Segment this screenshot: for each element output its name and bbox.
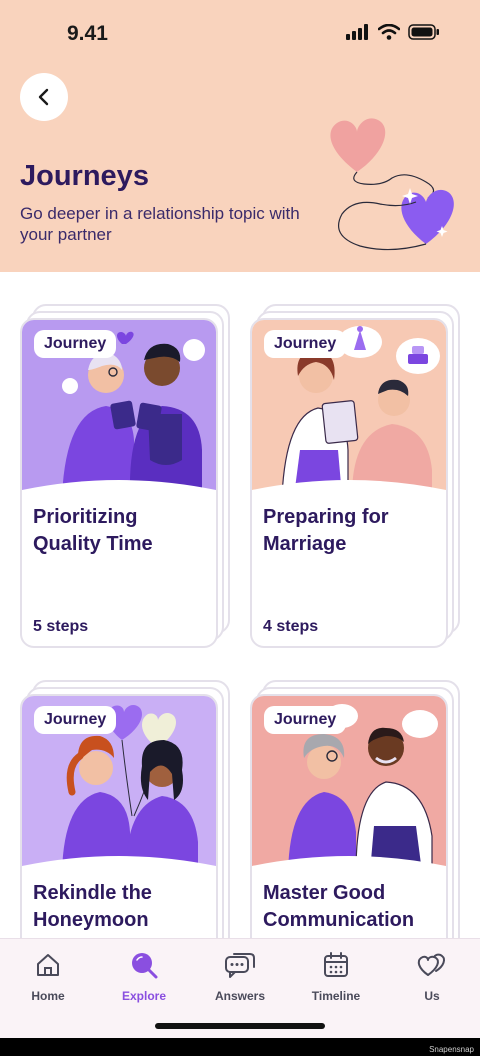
- calendar-icon: [324, 952, 348, 977]
- tab-answers[interactable]: Answers: [200, 949, 280, 1003]
- tab-label: Timeline: [311, 989, 361, 1003]
- card-illustration: Journey: [22, 696, 216, 872]
- journey-badge: Journey: [264, 330, 347, 358]
- page-title: Journeys: [20, 160, 149, 192]
- back-button[interactable]: [20, 73, 68, 121]
- tab-label: Answers: [214, 989, 266, 1003]
- card-illustration: Journey: [252, 696, 446, 872]
- card-face: Journey Preparing for Marriage 4 steps: [250, 318, 448, 648]
- journey-card-marriage[interactable]: Journey Preparing for Marriage 4 steps: [250, 304, 460, 648]
- journey-badge: Journey: [34, 706, 117, 734]
- tab-label: Us: [424, 989, 440, 1003]
- hearts-illustration: [330, 118, 454, 251]
- status-icons: [346, 24, 440, 40]
- home-indicator: [155, 1023, 325, 1029]
- journey-badge: Journey: [34, 330, 117, 358]
- journey-card-quality-time[interactable]: Journey Prioritizing Quality Time 5 step…: [20, 304, 230, 648]
- signal-icon: [346, 24, 368, 40]
- page-subtitle: Go deeper in a relationship topic with y…: [20, 204, 300, 244]
- tab-timeline[interactable]: Timeline: [296, 949, 376, 1003]
- card-illustration: Journey: [22, 320, 216, 496]
- tab-home[interactable]: Home: [8, 949, 88, 1003]
- header: 9.41 Journeys Go deeper in a relationshi…: [0, 0, 480, 272]
- card-title: Prioritizing Quality Time: [33, 506, 153, 555]
- bottom-tab-bar: Home Explore Answers Timeline Us: [0, 938, 480, 1038]
- card-steps: 5 steps: [33, 618, 89, 635]
- wifi-icon: [378, 24, 400, 40]
- home-icon: [37, 954, 59, 976]
- tab-label: Home: [31, 989, 65, 1003]
- card-illustration: Journey: [252, 320, 446, 496]
- chevron-left-icon: [38, 88, 49, 106]
- journeys-screen: 9.41 Journeys Go deeper in a relationshi…: [0, 0, 480, 1038]
- status-time: 9.41: [67, 22, 108, 45]
- answers-icon: [225, 953, 255, 978]
- card-steps: 4 steps: [263, 618, 319, 635]
- card-title: Preparing for Marriage: [263, 506, 389, 555]
- journey-badge: Journey: [264, 706, 347, 734]
- explore-icon: [132, 953, 158, 979]
- tab-label: Explore: [121, 989, 166, 1003]
- hearts-icon: [417, 953, 445, 976]
- tab-us[interactable]: Us: [392, 949, 472, 1003]
- watermark: Snapensnap: [429, 1045, 474, 1054]
- card-title: Master Good Communication: [263, 882, 415, 931]
- card-face: Journey Prioritizing Quality Time 5 step…: [20, 318, 218, 648]
- tab-explore[interactable]: Explore: [104, 949, 184, 1003]
- battery-icon: [408, 24, 439, 40]
